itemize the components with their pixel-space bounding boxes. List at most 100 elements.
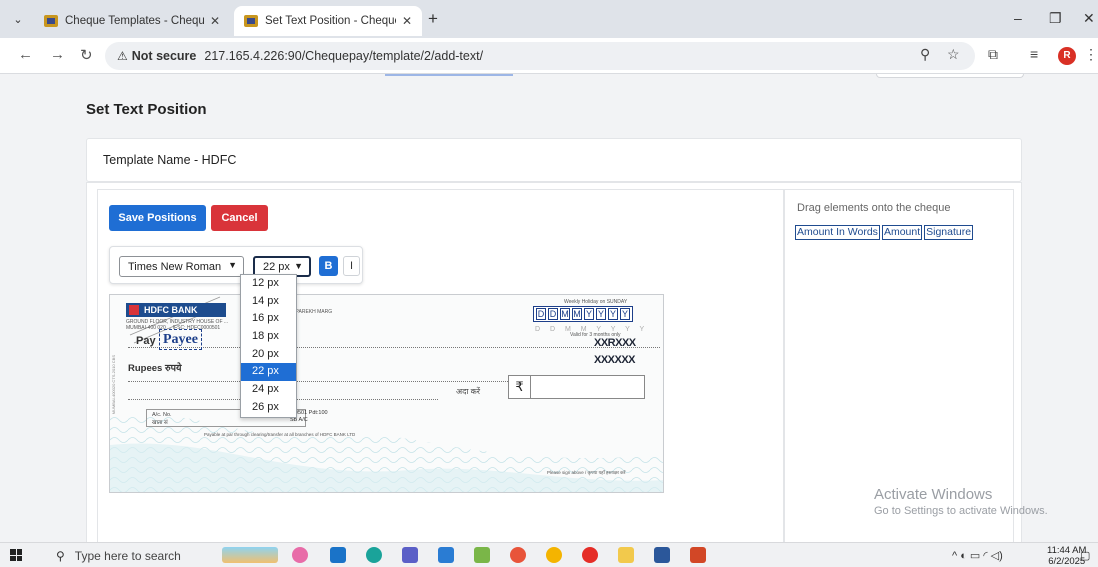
more-menu-icon[interactable]: ⋮ <box>1084 46 1098 63</box>
edge-icon[interactable] <box>366 547 382 563</box>
tab-title: Set Text Position - Cheque Pay <box>265 15 396 27</box>
profile-avatar[interactable]: R <box>1058 47 1076 65</box>
date-field[interactable]: D D M M Y Y Y Y <box>533 306 633 322</box>
size-option[interactable]: 26 px <box>241 399 296 417</box>
reload-icon[interactable]: ↻ <box>80 46 93 64</box>
page-content: Set Text Position Template Name - HDFC S… <box>0 74 1098 542</box>
taskbar-search[interactable]: ⚲ Type here to search <box>48 544 206 567</box>
tab-title: Cheque Templates - Cheque Pa <box>65 15 204 27</box>
bank-logo: HDFC BANK <box>126 303 226 317</box>
restore-icon[interactable]: ❐ <box>1049 10 1062 27</box>
widgets-icon[interactable] <box>222 547 278 563</box>
amount-box: ₹ <box>508 375 645 399</box>
teams-icon[interactable] <box>402 547 418 563</box>
close-window-icon[interactable]: ✕ <box>1083 10 1095 27</box>
size-option[interactable]: 14 px <box>241 293 296 311</box>
app-icon[interactable] <box>474 547 490 563</box>
site-favicon-icon <box>244 15 258 27</box>
page-title: Set Text Position <box>86 101 207 118</box>
file-explorer-icon[interactable] <box>618 547 634 563</box>
payable-note: Payable at par through clearing/transfer… <box>204 432 356 437</box>
size-option[interactable]: 16 px <box>241 310 296 328</box>
template-name-header: Template Name - HDFC <box>86 138 1022 182</box>
drag-amount-in-words[interactable]: Amount In Words <box>795 225 880 240</box>
size-option[interactable]: 24 px <box>241 381 296 399</box>
browser-tab-cheque-templates[interactable]: Cheque Templates - Cheque Pa ✕ <box>34 6 230 36</box>
drag-amount[interactable]: Amount <box>881 225 923 240</box>
cancel-button[interactable]: Cancel <box>211 205 268 231</box>
minimize-icon[interactable]: – <box>1014 10 1022 26</box>
chevron-down-icon: ▼ <box>228 260 237 270</box>
rupee-icon: ₹ <box>509 376 531 398</box>
browser-tab-bar: ⌄ Cheque Templates - Cheque Pa ✕ Set Tex… <box>0 0 1098 38</box>
chevron-down-icon: ▼ <box>294 261 303 271</box>
system-tray-icons[interactable]: ^ ◐ ▭ ◜ ◁) <box>952 549 1003 562</box>
tab-search-chevron-icon[interactable]: ⌄ <box>8 11 28 29</box>
rupees-line <box>128 381 508 382</box>
site-favicon-icon <box>44 15 58 27</box>
browser-tab-set-text-position[interactable]: Set Text Position - Cheque Pay ✕ <box>234 6 422 36</box>
rupees-label: Rupees रुपये <box>128 363 182 374</box>
copilot-icon[interactable] <box>292 547 308 563</box>
template-name: Template Name - HDFC <box>103 153 237 167</box>
zoom-icon[interactable]: ⚲ <box>920 46 930 63</box>
windows-start-icon[interactable] <box>10 549 22 561</box>
powerpoint-icon[interactable] <box>690 547 706 563</box>
ada-karen-label: अदा करें <box>456 387 481 396</box>
windows-taskbar: ⚲ Type here to search ^ ◐ ▭ ◜ ◁) 11:44 A… <box>0 542 1098 567</box>
address-bar[interactable]: ⚠ Not secure 217.165.4.226:90/Chequepay/… <box>105 42 975 70</box>
bookmark-star-icon[interactable]: ☆ <box>947 46 960 63</box>
active-nav-indicator <box>385 74 513 76</box>
extensions-icon[interactable]: ⧉ <box>988 46 998 63</box>
outlook-icon[interactable] <box>330 547 346 563</box>
masked-text-2: XXXXXX <box>594 354 636 366</box>
italic-button[interactable]: I <box>343 256 360 276</box>
tab-close-icon[interactable]: ✕ <box>210 14 220 28</box>
back-icon[interactable]: ← <box>18 46 33 63</box>
forward-icon[interactable]: → <box>50 46 65 63</box>
font-family-select[interactable]: Times New Roman ▼ <box>119 256 244 277</box>
date-cell: Y <box>608 308 618 320</box>
activate-windows-title: Activate Windows <box>874 486 993 503</box>
tab-close-icon[interactable]: ✕ <box>402 14 412 28</box>
warning-icon: ⚠ <box>117 49 128 63</box>
pay-line <box>128 347 660 348</box>
pay-label: Pay <box>136 335 156 347</box>
size-option-selected[interactable]: 22 px <box>241 363 296 382</box>
drag-instructions: Drag elements onto the cheque <box>797 202 951 214</box>
date-cell: D <box>548 308 558 320</box>
browser-toolbar: ← → ↻ ⚠ Not secure 217.165.4.226:90/Cheq… <box>0 38 1098 74</box>
weekly-holiday-note: Weekly Holiday on SUNDAY <box>564 299 628 305</box>
activate-windows-subtitle: Go to Settings to activate Windows. <box>874 505 1048 517</box>
size-option[interactable]: 12 px <box>241 275 296 293</box>
firefox-icon[interactable] <box>510 547 526 563</box>
date-cell: Y <box>620 308 630 320</box>
payee-draggable-field[interactable]: Payee <box>159 329 202 350</box>
search-icon: ⚲ <box>56 548 65 563</box>
size-option[interactable]: 20 px <box>241 346 296 364</box>
new-tab-icon[interactable]: + <box>428 10 438 27</box>
side-micr-text: MUMBAI-400020 CTS-2010 CBS <box>111 355 116 415</box>
bold-button[interactable]: B <box>319 256 338 276</box>
signature-note: Please sign above / कृपया यहाँ हस्ताक्षर… <box>547 470 626 475</box>
cheque-canvas[interactable]: HDFC BANK GROUND FLOOR, INDUSTRY HOUSE O… <box>109 294 664 493</box>
reading-list-icon[interactable]: ≡ <box>1030 46 1038 62</box>
media-player-icon[interactable] <box>582 547 598 563</box>
notification-icon[interactable]: ▢ <box>1080 549 1090 562</box>
save-positions-button[interactable]: Save Positions <box>109 205 206 231</box>
size-option[interactable]: 18 px <box>241 328 296 346</box>
word-icon[interactable] <box>654 547 670 563</box>
font-size-value: 22 px <box>263 260 290 273</box>
account-type: SB A/C <box>290 417 308 423</box>
cheque-editor-panel: Save Positions Cancel Times New Roman ▼ … <box>97 189 784 542</box>
header-search-field[interactable] <box>876 74 1024 78</box>
url-text[interactable]: 217.165.4.226:90/Chequepay/template/2/ad… <box>204 49 483 63</box>
vscode-icon[interactable] <box>438 547 454 563</box>
text-style-toolbar: Times New Roman ▼ 22 px ▼ B I <box>109 246 363 284</box>
date-cell: Y <box>596 308 606 320</box>
chrome-icon[interactable] <box>546 547 562 563</box>
date-cell: M <box>572 308 582 320</box>
drag-signature[interactable]: Signature <box>924 225 974 240</box>
font-family-value: Times New Roman <box>128 260 222 273</box>
font-size-dropdown-list: 12 px 14 px 16 px 18 px 20 px 22 px 24 p… <box>240 274 297 418</box>
